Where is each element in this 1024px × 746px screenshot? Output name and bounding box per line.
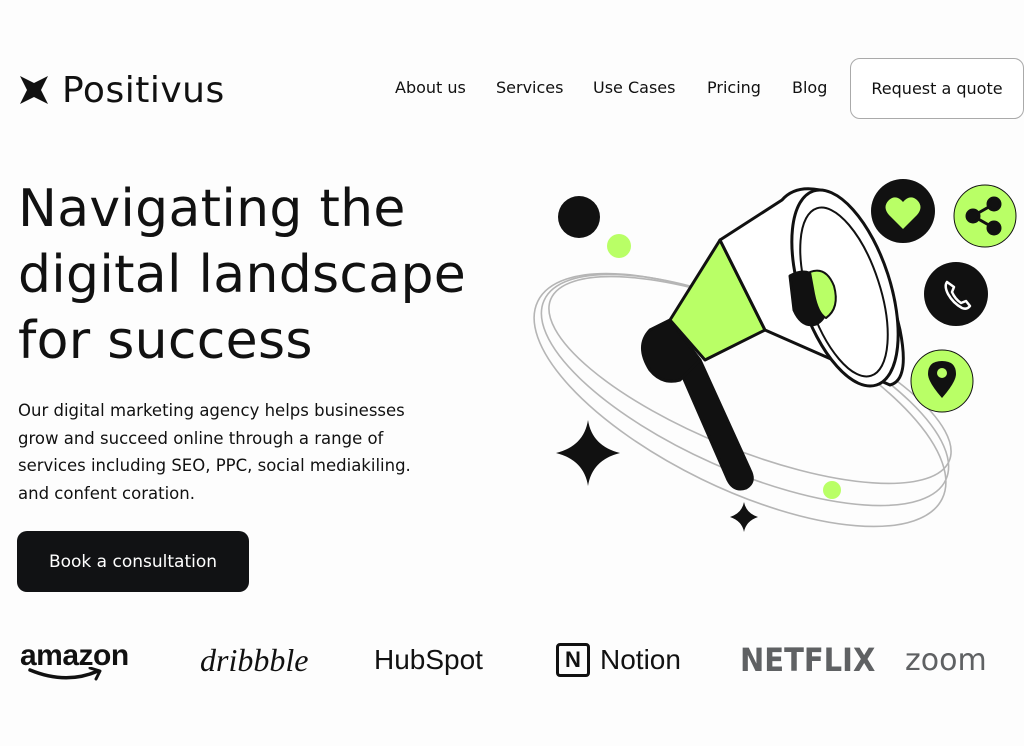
hero-description-line: services including SEO, PPC, social medi…	[18, 456, 411, 475]
nav-link-blog[interactable]: Blog	[792, 78, 827, 97]
share-icon	[953, 184, 1017, 248]
hero-title-line: digital landscape	[18, 245, 467, 305]
logo-dribbble: dribbble	[200, 641, 309, 678]
client-logos: amazon dribbble HubSpot N Notion NETFLIX…	[0, 630, 1024, 690]
logo-netflix: NETFLIX	[740, 641, 876, 679]
logo-notion-text: Notion	[600, 644, 681, 675]
heart-icon	[871, 179, 935, 243]
sparkle-icon	[556, 420, 620, 486]
book-consultation-button[interactable]: Book a consultation	[17, 531, 249, 592]
request-quote-button[interactable]: Request a quote	[850, 58, 1024, 119]
accent-dot	[607, 234, 631, 258]
notion-box-icon: N	[556, 643, 590, 677]
logo-zoom: zoom	[905, 642, 987, 678]
star-burst-icon	[20, 76, 48, 104]
brand-logo[interactable]: Positivus	[18, 68, 225, 112]
brand-name: Positivus	[62, 69, 225, 111]
hero-title-line: Navigating the	[18, 179, 406, 239]
logo-amazon: amazon	[20, 630, 129, 690]
hero-description-line: grow and succeed online through a range …	[18, 428, 384, 448]
hero-title: Navigating the digital landscape for suc…	[18, 176, 466, 374]
nav-link-use-cases[interactable]: Use Cases	[593, 78, 675, 97]
nav-link-about-us[interactable]: About us	[395, 78, 466, 97]
logo-hubspot: HubSpot	[374, 644, 483, 675]
hero-description-line: and confent coration.	[18, 483, 195, 503]
nav-link-pricing[interactable]: Pricing	[707, 78, 761, 97]
black-dot	[558, 196, 600, 238]
phone-icon	[924, 262, 988, 326]
logo-notion: N Notion	[556, 630, 681, 690]
accent-dot	[823, 481, 841, 499]
amazon-smile-icon	[28, 667, 102, 681]
hero-illustration	[533, 179, 1017, 532]
hero-description: Our digital marketing agency helps busin…	[18, 397, 438, 507]
location-pin-icon	[910, 349, 974, 413]
nav-link-services[interactable]: Services	[496, 78, 563, 97]
sparkle-icon	[730, 502, 758, 532]
hero-title-line: for success	[18, 311, 313, 371]
hero-description-line: Our digital marketing agency helps busin…	[18, 401, 405, 420]
